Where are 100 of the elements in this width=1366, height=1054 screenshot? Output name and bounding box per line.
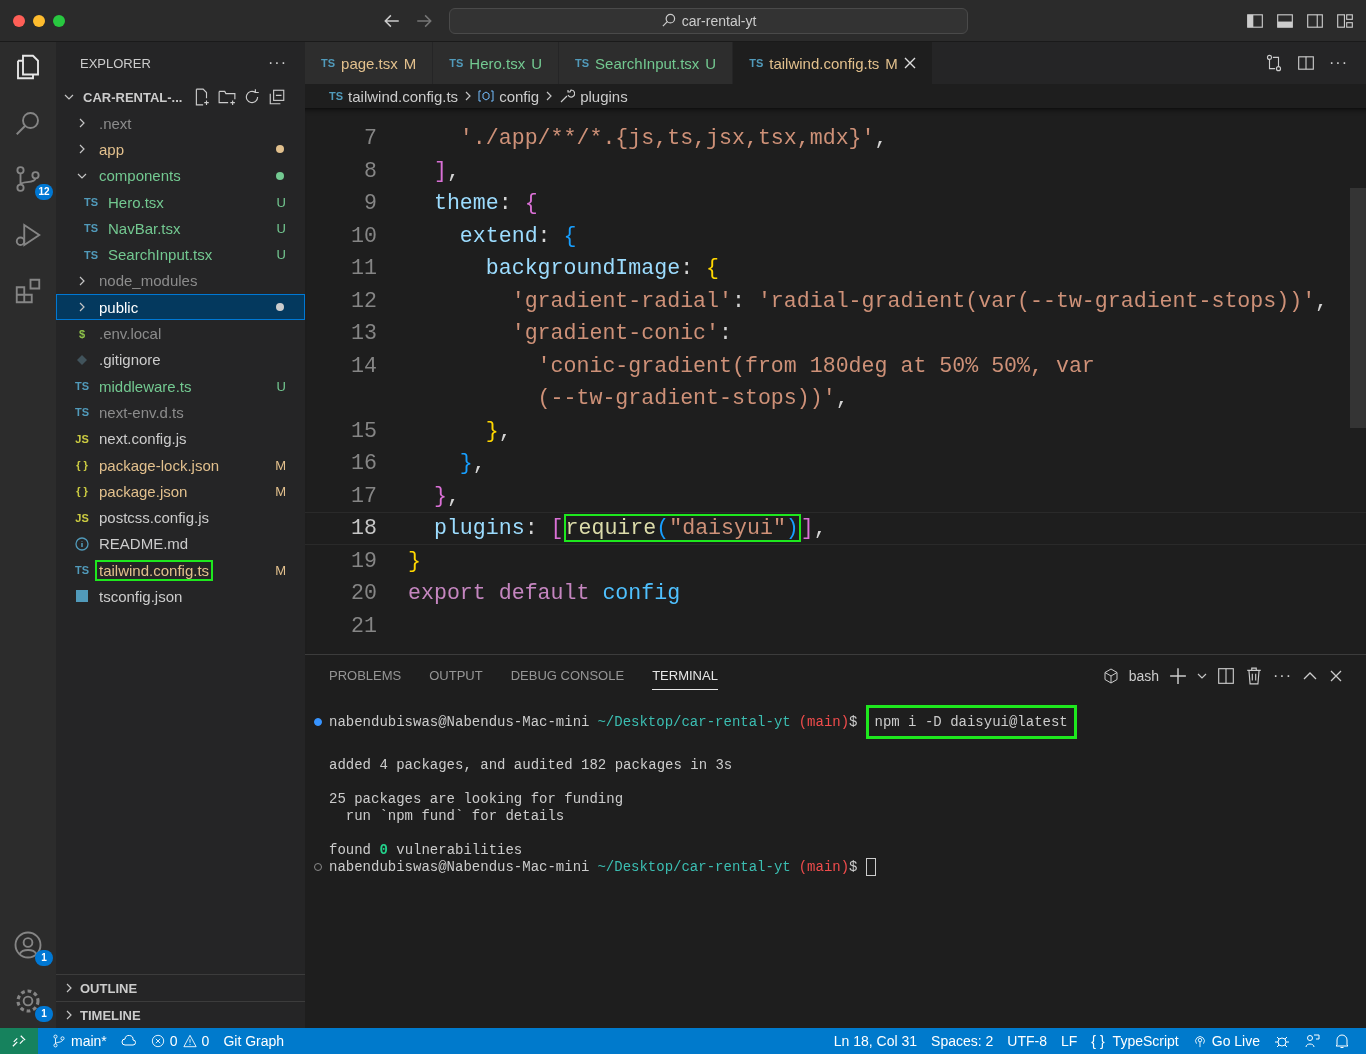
trash-icon[interactable] — [1245, 667, 1263, 685]
code-token: [ — [550, 516, 564, 541]
encoding-button[interactable]: UTF-8 — [1007, 1033, 1047, 1049]
tree-item[interactable]: components — [56, 162, 305, 189]
tree-item[interactable]: TS tailwind.config.ts M — [56, 557, 305, 584]
close-icon[interactable] — [903, 57, 916, 69]
cloud-sync-icon[interactable] — [120, 1033, 137, 1049]
file-name: next.config.js — [98, 429, 188, 450]
tree-item[interactable]: .next — [56, 110, 305, 137]
code-token: , — [874, 126, 888, 151]
collapse-all-icon[interactable] — [268, 88, 287, 106]
sidebar-toggle-icon[interactable] — [1246, 11, 1264, 30]
cursor-position[interactable]: Ln 18, Col 31 — [833, 1033, 918, 1049]
line-number: 7 — [363, 126, 377, 151]
close-icon[interactable] — [1328, 668, 1344, 684]
editor-tab[interactable]: TS SearchInput.tsx U — [559, 42, 734, 84]
command-search-field[interactable]: car-rental-yt — [449, 7, 968, 34]
plus-icon[interactable] — [1169, 667, 1187, 685]
tab-label: SearchInput.tsx — [595, 54, 700, 72]
tree-item[interactable]: { } package-lock.json M — [56, 451, 305, 479]
run-debug-icon[interactable] — [13, 220, 43, 250]
tree-item[interactable]: JS next.config.js — [56, 425, 305, 452]
breadcrumb-item[interactable]: tailwind.config.ts — [348, 87, 459, 105]
panel-tab[interactable]: OUTPUT — [429, 662, 483, 690]
tree-item[interactable]: TS next-env.d.ts — [56, 399, 305, 426]
split-editor-icon[interactable] — [1297, 54, 1315, 72]
chevron-right-icon — [77, 144, 87, 155]
feedback-icon[interactable] — [1304, 1033, 1320, 1049]
tree-item[interactable]: tsconfig.json — [56, 583, 305, 610]
code-token: } — [432, 483, 447, 508]
code-token: , — [446, 483, 460, 508]
breadcrumb-item[interactable]: config — [499, 87, 540, 105]
editor-tab[interactable]: TS tailwind.config.ts M — [733, 42, 933, 84]
tree-item[interactable]: node_modules — [56, 267, 305, 295]
line-number: 19 — [350, 548, 377, 573]
split-terminal-icon[interactable] — [1217, 667, 1235, 685]
folder-name[interactable]: CAR-RENTAL-... — [83, 89, 183, 105]
tab-label: page.tsx — [341, 54, 398, 72]
problems-button[interactable]: 0 0 — [150, 1033, 210, 1049]
shell-name[interactable]: bash — [1128, 668, 1159, 684]
more-actions-button[interactable]: ··· — [1329, 54, 1348, 72]
tree-item[interactable]: JS postcss.config.js — [56, 504, 305, 531]
code-token: 'conic-gradient(from 180deg at 50% 50%, var — [536, 353, 1095, 378]
tree-item[interactable]: TS SearchInput.tsx U — [56, 241, 305, 268]
file-type-icon: TS — [75, 406, 89, 419]
layout-icon[interactable] — [1336, 11, 1354, 30]
language-button[interactable]: { } TypeScript — [1091, 1033, 1179, 1049]
file-type-icon: TS — [749, 57, 764, 69]
tree-item[interactable]: TS NavBar.tsx U — [56, 215, 305, 242]
go-live-button[interactable]: Go Live — [1192, 1033, 1260, 1049]
more-actions-button[interactable]: ··· — [1273, 667, 1292, 685]
compare-changes-icon[interactable] — [1265, 54, 1283, 72]
line-ending-button[interactable]: LF — [1061, 1033, 1078, 1049]
notifications-icon[interactable] — [1334, 1033, 1350, 1049]
tree-item[interactable]: README.md — [56, 530, 305, 558]
variable-icon — [478, 88, 495, 104]
file-type-icon: $ — [75, 327, 89, 340]
file-type-icon: TS — [321, 57, 336, 69]
extensions-icon[interactable] — [13, 276, 43, 306]
config-file-icon — [75, 589, 89, 604]
tree-item[interactable]: TS middleware.ts U — [56, 372, 305, 400]
tree-item[interactable]: $ .env.local — [56, 320, 305, 347]
panel-toggle-icon[interactable] — [1276, 11, 1294, 30]
line-number: 9 — [363, 191, 377, 216]
terminal-output: run `npm fund` for details — [344, 807, 566, 824]
code-token: 'gradient-radial' — [510, 288, 732, 313]
collapsed-section[interactable]: OUTLINE — [56, 974, 305, 1001]
panel-tab[interactable]: TERMINAL — [652, 662, 718, 690]
tree-item[interactable]: { } package.json M — [56, 478, 305, 505]
close-window-button[interactable] — [13, 14, 25, 27]
tree-item[interactable]: .gitignore — [56, 346, 305, 373]
code-token: , — [446, 158, 460, 183]
breadcrumb-item[interactable]: plugins — [580, 87, 628, 105]
warning-icon — [182, 1034, 197, 1048]
editor-tab[interactable]: TS Hero.tsx U — [433, 42, 560, 84]
new-file-icon[interactable] — [193, 88, 212, 106]
editor-tab[interactable]: TS page.tsx M — [305, 42, 434, 84]
tree-item[interactable]: TS Hero.tsx U — [56, 188, 305, 216]
refresh-icon[interactable] — [243, 88, 262, 106]
code-token: './app/**/*.{js,ts,jsx,tsx,mdx}' — [458, 126, 875, 151]
panel-tab[interactable]: PROBLEMS — [329, 662, 402, 690]
git-status: M — [275, 457, 286, 473]
more-actions-button[interactable]: ··· — [268, 54, 287, 72]
branch-button[interactable]: main* — [52, 1033, 107, 1049]
git-graph-button[interactable]: Git Graph — [223, 1033, 285, 1049]
zoom-button[interactable] — [53, 14, 65, 27]
tree-item[interactable]: app — [56, 136, 305, 163]
indentation-button[interactable]: Spaces: 2 — [931, 1033, 994, 1049]
account-icon[interactable] — [13, 930, 43, 960]
secondary-sidebar-icon[interactable] — [1306, 11, 1324, 30]
code-token: : — [719, 321, 732, 346]
panel-tab[interactable]: DEBUG CONSOLE — [510, 662, 625, 690]
new-folder-icon[interactable] — [218, 88, 237, 106]
remote-button[interactable] — [0, 1028, 38, 1054]
tree-item[interactable]: public — [56, 294, 305, 321]
line-number: 12 — [350, 288, 377, 313]
info-icon — [75, 536, 89, 551]
minimize-button[interactable] — [33, 14, 45, 27]
code-token: (--tw-gradient-stops))' — [536, 386, 836, 411]
line-number: 10 — [350, 223, 377, 248]
